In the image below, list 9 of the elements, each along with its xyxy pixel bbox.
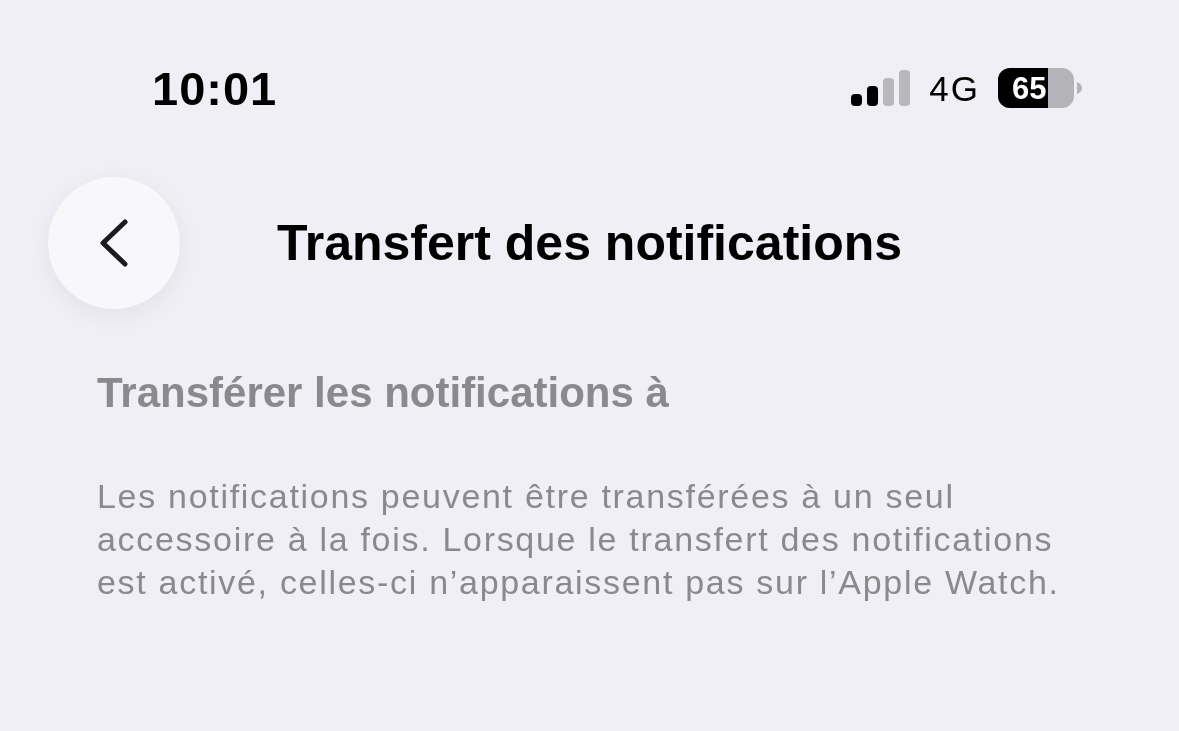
section-footer: Les notifications peuvent être transférées à un seul accessoire à la fois. Lorsque le transfert des notifications est activé, celles-ci n’apparaissent pas sur l’Apple Watch.: [97, 475, 1087, 605]
battery-percentage: 65: [1012, 72, 1047, 104]
battery-icon: [998, 68, 1082, 108]
page-title: Transfert des notifications: [276, 214, 903, 273]
status-time: 10:01: [152, 64, 278, 112]
chevron-left-icon: [99, 219, 129, 267]
network-type: 4G: [929, 70, 980, 106]
signal-icon: [851, 70, 912, 106]
section-header: Transférer les notifications à: [97, 368, 670, 418]
